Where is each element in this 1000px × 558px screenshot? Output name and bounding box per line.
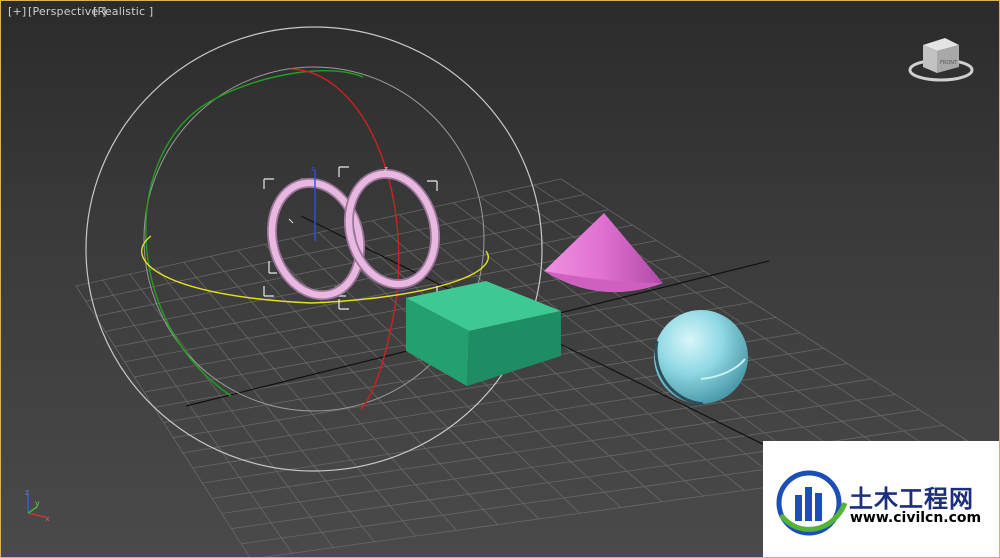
viewport-shading-label[interactable]: [Realistic ]	[93, 5, 153, 18]
svg-text:z: z	[311, 165, 315, 173]
tripod-x-label: x	[45, 514, 50, 523]
gizmo-screen-circle[interactable]	[85, 26, 543, 472]
viewcube-icon[interactable]: FRONT	[908, 38, 974, 82]
rotate-gizmo[interactable]	[85, 26, 543, 472]
viewcube-face-label: FRONT	[940, 60, 958, 66]
perspective-viewport[interactable]: z z FRONT z x y [+] [Perspective] [Real…	[0, 0, 1000, 558]
sphere[interactable]	[654, 310, 748, 406]
watermark-url: www.civilcn.com	[850, 510, 982, 526]
cone[interactable]	[544, 213, 663, 293]
tripod-z-label: z	[25, 488, 29, 497]
civil-logo-icon	[776, 470, 848, 536]
watermark-title: 土木工程网	[849, 485, 974, 513]
watermark: 土木工程网 www.civilcn.com	[763, 441, 999, 557]
axis-tripod: z x y	[25, 488, 50, 523]
svg-text:z: z	[384, 165, 388, 173]
tripod-y-label: y	[35, 499, 40, 508]
box[interactable]	[406, 281, 561, 386]
gizmo-y-axis-ring[interactable]	[145, 70, 364, 397]
gizmo-x-axis-ring[interactable]	[290, 68, 400, 410]
viewport-menu-button[interactable]: [+]	[8, 5, 26, 18]
